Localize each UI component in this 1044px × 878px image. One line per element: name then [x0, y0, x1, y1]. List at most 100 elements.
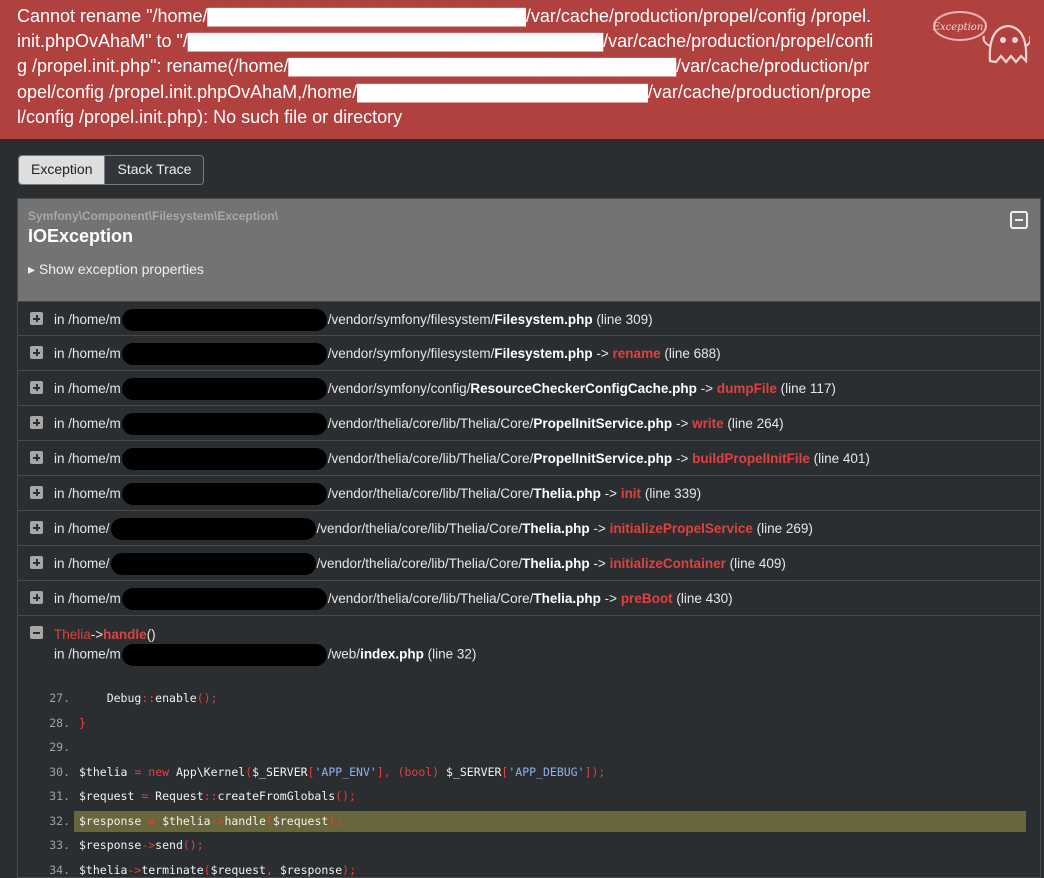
redaction-mark — [122, 309, 327, 331]
trace-arrow: -> — [596, 346, 608, 361]
code-token: App\Kernel — [169, 765, 245, 779]
code-token: terminate — [141, 863, 203, 877]
code-token: :: — [204, 789, 218, 803]
trace-row[interactable]: in /home/m/vendor/symfony/filesystem/Fil… — [18, 301, 1040, 336]
trace-row[interactable]: in /home/m/vendor/thelia/core/lib/Thelia… — [18, 581, 1040, 616]
trace-arrow: -> — [593, 521, 605, 536]
code-token: $_SERVER — [439, 765, 501, 779]
tab-exception[interactable]: Exception — [19, 156, 104, 184]
trace-path: /vendor/thelia/core/lib/Thelia/Core/ — [328, 416, 534, 431]
exception-badge: Exception! — [932, 22, 988, 33]
code-source: Debug::enable(); — [74, 686, 218, 711]
redaction-mark — [122, 588, 327, 610]
code-line: 27. Debug::enable(); — [18, 686, 1040, 711]
expand-trace-icon[interactable] — [30, 521, 43, 534]
code-source: $response->send(); — [74, 833, 204, 858]
trace-row[interactable]: in /home/m/vendor/thelia/core/lib/Thelia… — [18, 406, 1040, 441]
trace-line: (line 430) — [676, 591, 732, 606]
code-source: $thelia->terminate($request, $response); — [74, 858, 356, 878]
redaction-mark — [122, 448, 327, 470]
trace-line: (line 688) — [664, 346, 720, 361]
code-line: 30.$thelia = new App\Kernel($_SERVER['AP… — [18, 760, 1040, 785]
trace-path: /web/ — [328, 647, 360, 662]
expand-trace-icon[interactable] — [30, 451, 43, 464]
code-token: (); — [197, 691, 218, 705]
trace-arrow: -> — [676, 416, 688, 431]
redaction-mark — [122, 413, 327, 435]
expand-trace-icon[interactable] — [30, 486, 43, 499]
redaction-mark — [111, 553, 316, 575]
trace-row[interactable]: in /home/ /vendor/thelia/core/lib/Thelia/… — [18, 511, 1040, 546]
trace-function: init — [621, 486, 641, 501]
code-token: $request — [79, 789, 141, 803]
code-token: (); — [183, 838, 204, 852]
trace-in: in /home/m — [54, 312, 121, 327]
expand-trace-icon[interactable] — [30, 312, 43, 325]
show-exception-properties-toggle[interactable]: ▸ Show exception properties — [28, 261, 1030, 278]
code-token: ], (bool) — [377, 765, 439, 779]
trace-path: /vendor/symfony/filesystem/ — [328, 312, 495, 327]
trace-path: /vendor/thelia/core/lib/Thelia/Core/ — [317, 521, 523, 536]
code-token: handle — [224, 814, 266, 828]
exception-class: IOException — [28, 226, 1030, 247]
trace-file: Filesystem.php — [494, 312, 592, 327]
code-source: $request = Request::createFromGlobals(); — [74, 784, 356, 809]
expand-trace-icon[interactable] — [30, 381, 43, 394]
trace-line: (line 401) — [814, 451, 870, 466]
trace-path: /vendor/thelia/core/lib/Thelia/Core/ — [317, 556, 523, 571]
trace-file: index.php — [360, 647, 424, 662]
code-excerpt: 27. Debug::enable();28.}29.30.$thelia = … — [18, 686, 1040, 878]
code-token: createFromGlobals — [218, 789, 336, 803]
code-token: , — [266, 863, 280, 877]
trace-function: preBoot — [621, 591, 673, 606]
code-token: 'APP_ENV' — [314, 765, 376, 779]
code-token: 'APP_DEBUG' — [508, 765, 584, 779]
trace-row[interactable]: in /home/m/vendor/symfony/filesystem/Fil… — [18, 336, 1040, 371]
expand-trace-icon[interactable] — [30, 591, 43, 604]
trace-row[interactable]: in /home/m/vendor/thelia/core/lib/Thelia… — [18, 441, 1040, 476]
code-token: $_SERVER — [252, 765, 307, 779]
trace-in: in /home/m — [54, 591, 121, 606]
expand-trace-icon[interactable] — [30, 346, 43, 359]
expanded-trace-item: Thelia->handle() in /home/m/web/index.ph… — [18, 616, 1040, 878]
trace-in: in /home/m — [54, 451, 121, 466]
line-number: 27. — [18, 686, 74, 711]
trace-file: Thelia.php — [522, 521, 590, 536]
trace-function: handle — [103, 627, 147, 642]
trace-file: Thelia.php — [533, 486, 601, 501]
code-source: } — [74, 711, 86, 736]
trace-row[interactable]: in /home/m/vendor/symfony/config/Resourc… — [18, 371, 1040, 406]
line-number: 29. — [18, 735, 74, 760]
trace-in: in /home/m — [54, 647, 121, 662]
trace-file: Thelia.php — [522, 556, 590, 571]
trace-in: in /home/m — [54, 346, 121, 361]
code-line: 33.$response->send(); — [18, 833, 1040, 858]
redaction-mark — [111, 518, 316, 540]
code-token: } — [79, 716, 86, 730]
code-token: $thelia — [79, 863, 127, 877]
line-number: 28. — [18, 711, 74, 736]
trace-line: (line 339) — [645, 486, 701, 501]
error-header: Cannot rename "/home/▇▇▇▇▇▇▇▇▇▇▇▇▇▇▇▇▇▇▇… — [0, 0, 1044, 139]
trace-arrow: -> — [91, 627, 103, 642]
tab-stack-trace[interactable]: Stack Trace — [104, 156, 203, 184]
expand-trace-icon[interactable] — [30, 416, 43, 429]
trace-function: rename — [613, 346, 661, 361]
trace-path: /vendor/symfony/config/ — [328, 381, 471, 396]
trace-arrow: -> — [676, 451, 688, 466]
stack-trace-list: in /home/m/vendor/symfony/filesystem/Fil… — [18, 301, 1040, 616]
collapse-icon[interactable] — [1010, 211, 1028, 229]
code-token: $thelia — [79, 765, 134, 779]
code-token: $thelia — [155, 814, 210, 828]
code-token: Debug — [79, 691, 141, 705]
trace-row[interactable]: in /home//vendor/thelia/core/lib/Thelia/… — [18, 546, 1040, 581]
collapse-trace-icon[interactable] — [30, 626, 43, 639]
code-token: ); — [328, 814, 342, 828]
trace-file: PropelInitService.php — [533, 416, 672, 431]
trace-row[interactable]: in /home/m/vendor/thelia/core/lib/Thelia… — [18, 476, 1040, 511]
trace-path: /vendor/thelia/core/lib/Thelia/Core/ — [328, 451, 534, 466]
expand-trace-icon[interactable] — [30, 556, 43, 569]
code-token: $response — [79, 814, 148, 828]
code-line: 28.} — [18, 711, 1040, 736]
trace-in: in /home/ — [54, 521, 110, 536]
